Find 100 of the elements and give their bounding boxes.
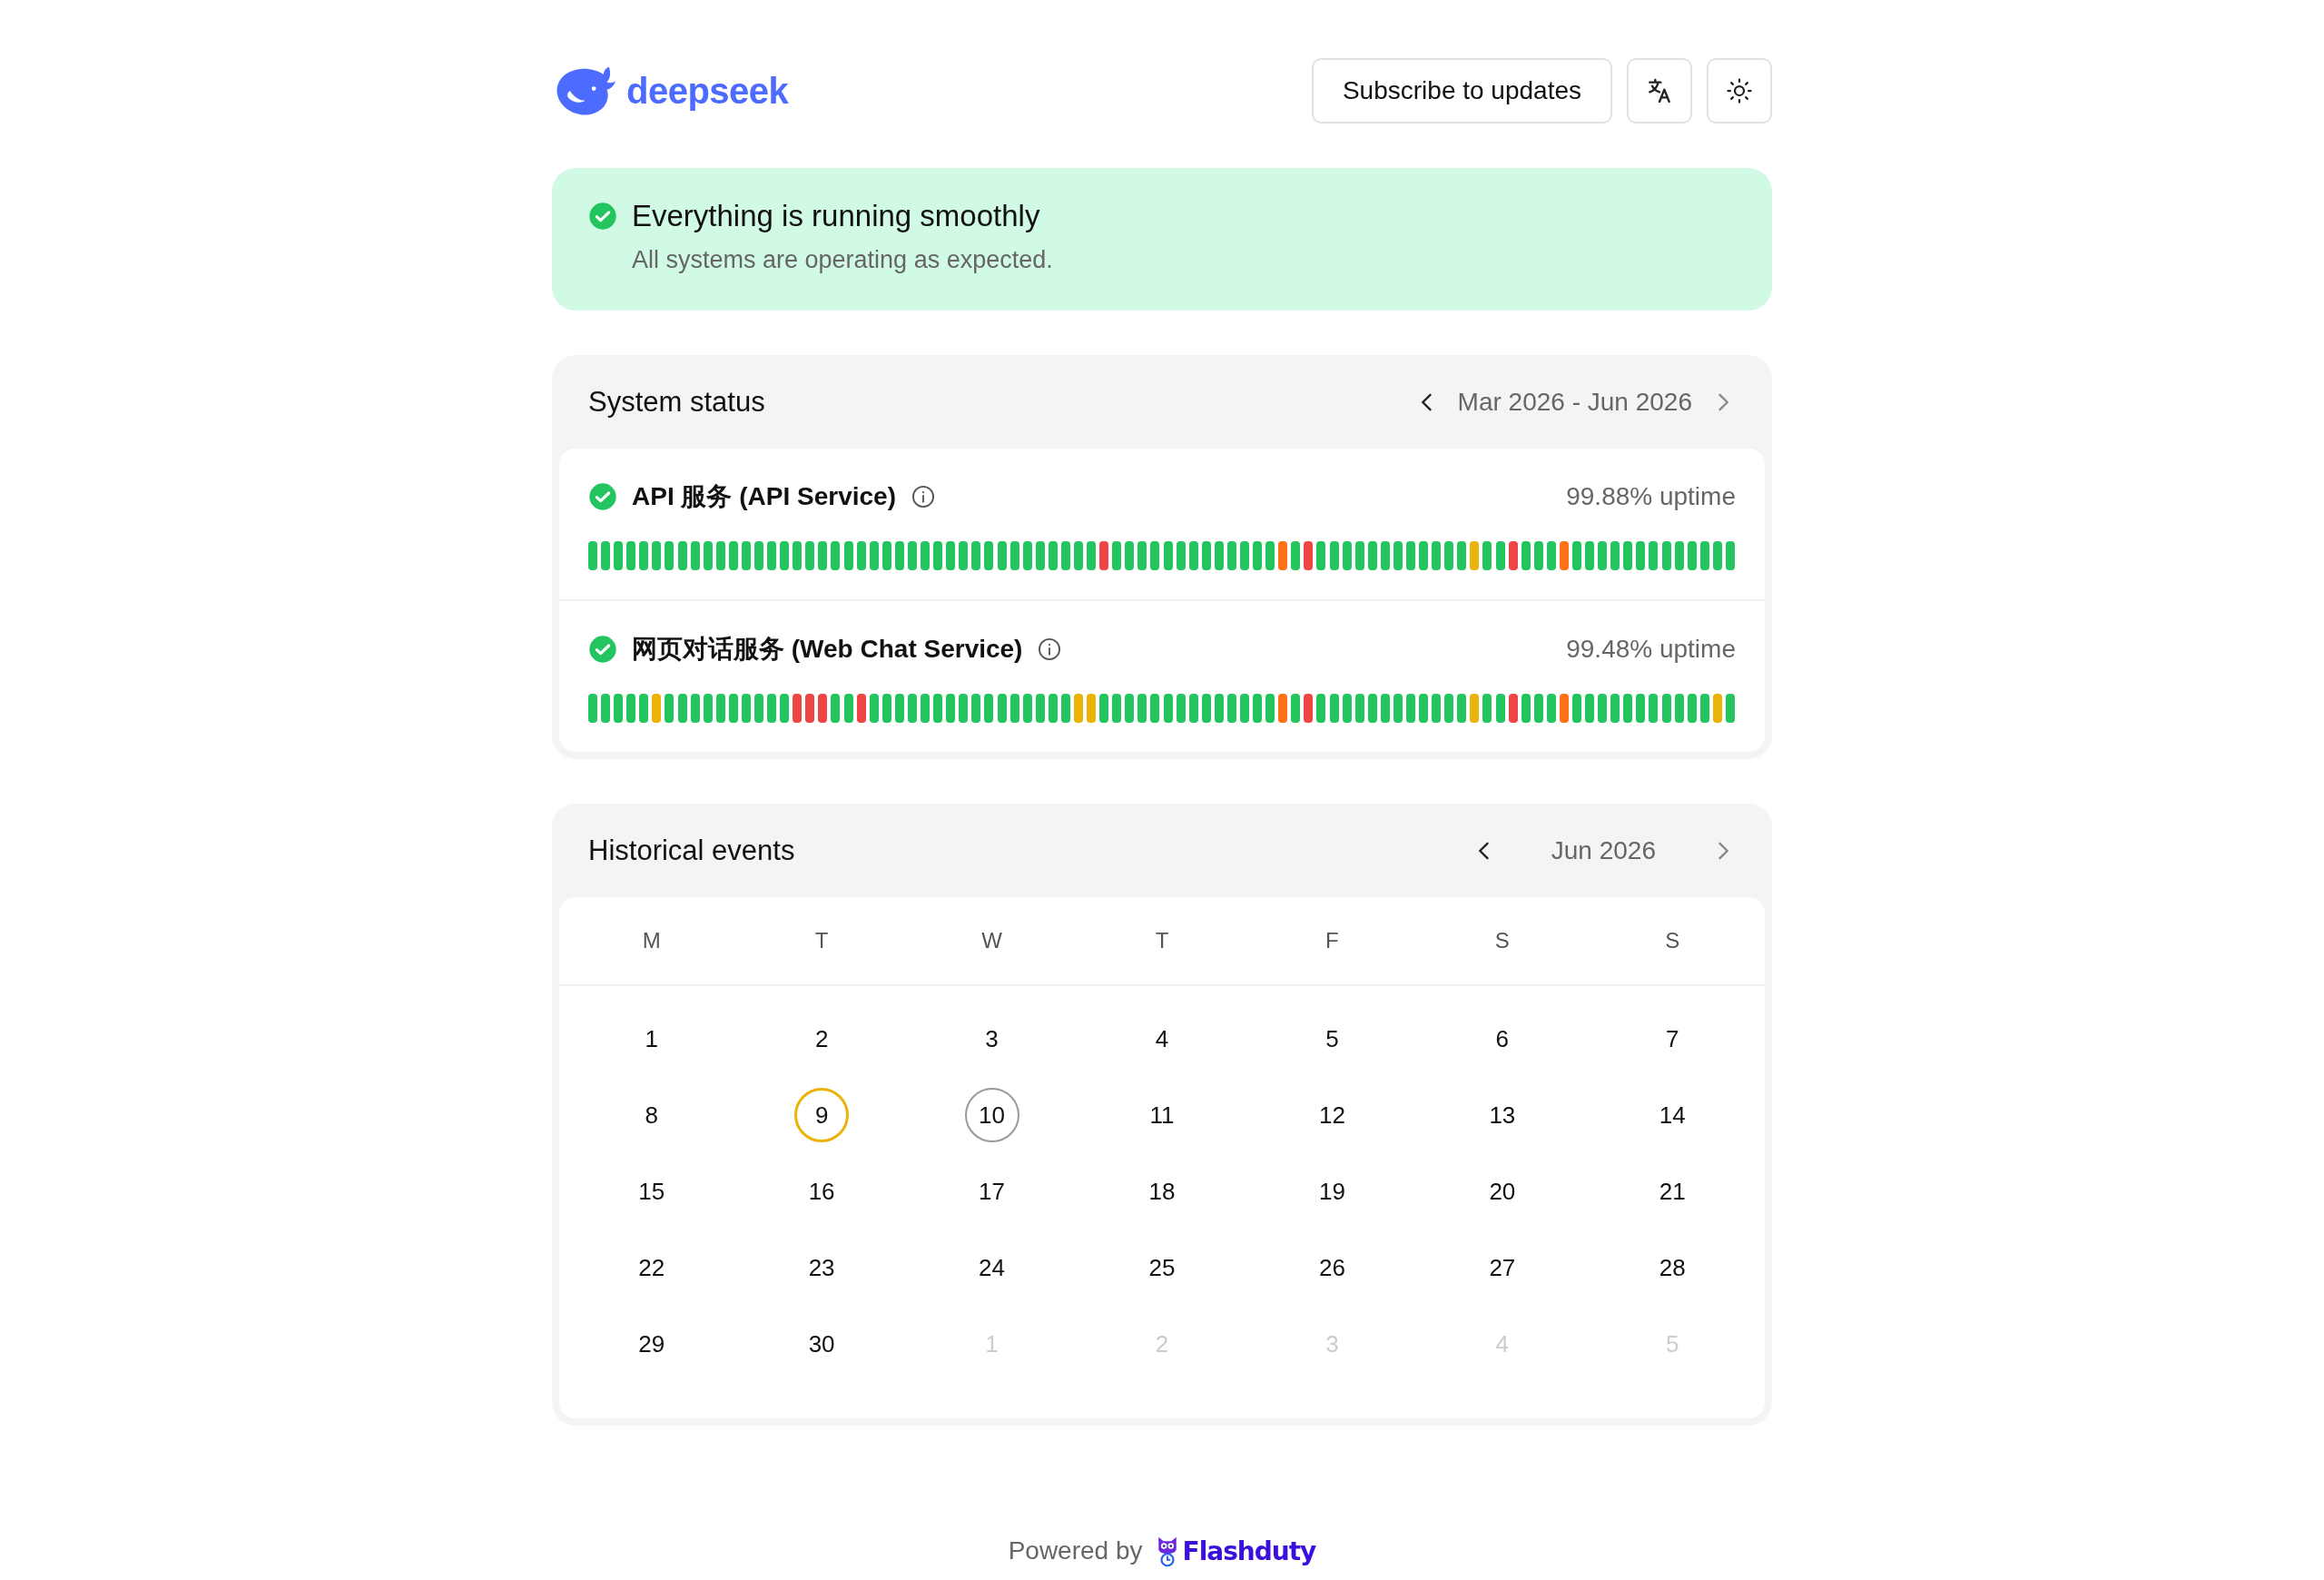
uptime-bar[interactable]: [1087, 541, 1097, 570]
uptime-bar[interactable]: [1150, 694, 1160, 723]
uptime-bar[interactable]: [1406, 541, 1415, 570]
uptime-bar[interactable]: [997, 541, 1007, 570]
uptime-bar[interactable]: [1495, 694, 1505, 723]
uptime-bar[interactable]: [793, 694, 803, 723]
uptime-bar[interactable]: [1214, 694, 1224, 723]
brand-link[interactable]: Flashduty: [1155, 1535, 1316, 1567]
uptime-bar[interactable]: [1112, 541, 1122, 570]
uptime-bar[interactable]: [1342, 541, 1352, 570]
uptime-bar[interactable]: [677, 541, 687, 570]
uptime-bar[interactable]: [1022, 541, 1032, 570]
uptime-bar[interactable]: [1470, 694, 1480, 723]
uptime-bar[interactable]: [1316, 694, 1326, 723]
uptime-bar[interactable]: [1265, 541, 1275, 570]
uptime-bar[interactable]: [767, 694, 777, 723]
uptime-bar[interactable]: [1087, 694, 1097, 723]
uptime-bar[interactable]: [1457, 694, 1467, 723]
uptime-bar[interactable]: [1073, 694, 1083, 723]
uptime-bar[interactable]: [907, 541, 917, 570]
uptime-bar[interactable]: [1380, 694, 1390, 723]
uptime-bar[interactable]: [1035, 694, 1045, 723]
uptime-bar[interactable]: [831, 541, 841, 570]
calendar-day[interactable]: 7: [1645, 1012, 1700, 1066]
uptime-bar[interactable]: [1253, 694, 1263, 723]
calendar-day[interactable]: 18: [1135, 1164, 1189, 1219]
uptime-bar[interactable]: [1125, 541, 1135, 570]
calendar-day[interactable]: 1: [624, 1012, 679, 1066]
uptime-bar[interactable]: [1546, 694, 1556, 723]
uptime-bar[interactable]: [1278, 541, 1288, 570]
uptime-bar[interactable]: [894, 541, 904, 570]
calendar-day[interactable]: 9: [794, 1088, 850, 1142]
uptime-bar[interactable]: [856, 694, 866, 723]
uptime-bar[interactable]: [741, 694, 751, 723]
uptime-bar[interactable]: [1521, 541, 1531, 570]
uptime-bar[interactable]: [626, 541, 636, 570]
uptime-bar[interactable]: [1559, 694, 1569, 723]
uptime-bar[interactable]: [1291, 541, 1301, 570]
uptime-bar[interactable]: [1150, 541, 1160, 570]
calendar-day[interactable]: 8: [624, 1088, 679, 1142]
uptime-bar[interactable]: [1610, 694, 1620, 723]
calendar-day[interactable]: 29: [624, 1317, 679, 1371]
uptime-bar[interactable]: [1176, 694, 1186, 723]
uptime-bar[interactable]: [1419, 694, 1429, 723]
uptime-bar[interactable]: [997, 694, 1007, 723]
uptime-bar[interactable]: [690, 694, 700, 723]
uptime-bar[interactable]: [1214, 541, 1224, 570]
calendar-day[interactable]: 14: [1645, 1088, 1700, 1142]
uptime-bar[interactable]: [1649, 541, 1659, 570]
calendar-day[interactable]: 11: [1135, 1088, 1189, 1142]
uptime-bar[interactable]: [1585, 541, 1595, 570]
language-button[interactable]: [1627, 58, 1692, 123]
calendar-day[interactable]: 21: [1645, 1164, 1700, 1219]
uptime-bar[interactable]: [1508, 541, 1518, 570]
uptime-bar[interactable]: [1163, 694, 1173, 723]
uptime-bar[interactable]: [1278, 694, 1288, 723]
calendar-day[interactable]: 20: [1474, 1164, 1530, 1219]
uptime-bar[interactable]: [818, 694, 828, 723]
uptime-bar[interactable]: [1163, 541, 1173, 570]
uptime-bar[interactable]: [639, 694, 649, 723]
uptime-bar[interactable]: [754, 694, 763, 723]
uptime-bar[interactable]: [1125, 694, 1135, 723]
uptime-bar[interactable]: [715, 694, 725, 723]
calendar-day[interactable]: 26: [1305, 1240, 1360, 1295]
uptime-bar[interactable]: [1329, 694, 1339, 723]
uptime-bar[interactable]: [1316, 541, 1326, 570]
uptime-bar[interactable]: [959, 694, 969, 723]
uptime-bar[interactable]: [1432, 694, 1442, 723]
uptime-bar[interactable]: [894, 694, 904, 723]
uptime-bar[interactable]: [1546, 541, 1556, 570]
uptime-bar[interactable]: [1712, 694, 1722, 723]
uptime-bar[interactable]: [881, 541, 891, 570]
uptime-bar[interactable]: [728, 694, 738, 723]
uptime-bar[interactable]: [907, 694, 917, 723]
uptime-bar[interactable]: [780, 694, 790, 723]
uptime-bar[interactable]: [665, 541, 675, 570]
uptime-bar[interactable]: [1661, 541, 1671, 570]
uptime-bar[interactable]: [843, 694, 853, 723]
uptime-bar[interactable]: [626, 694, 636, 723]
uptime-bar[interactable]: [728, 541, 738, 570]
uptime-bar[interactable]: [869, 541, 879, 570]
uptime-bar[interactable]: [1354, 694, 1364, 723]
uptime-bar[interactable]: [1521, 694, 1531, 723]
calendar-day[interactable]: 24: [964, 1240, 1019, 1295]
uptime-bar[interactable]: [1419, 541, 1429, 570]
uptime-bar[interactable]: [1188, 541, 1198, 570]
uptime-bar[interactable]: [1661, 694, 1671, 723]
uptime-bar[interactable]: [1572, 694, 1581, 723]
calendar-day[interactable]: 13: [1474, 1088, 1530, 1142]
uptime-bar[interactable]: [1048, 541, 1058, 570]
uptime-bar[interactable]: [921, 541, 931, 570]
uptime-bar[interactable]: [1482, 541, 1492, 570]
uptime-bar[interactable]: [588, 541, 597, 570]
uptime-bar[interactable]: [1226, 694, 1236, 723]
uptime-bar[interactable]: [1687, 541, 1697, 570]
calendar-day[interactable]: 25: [1135, 1240, 1189, 1295]
uptime-bar[interactable]: [818, 541, 828, 570]
subscribe-button[interactable]: Subscribe to updates: [1311, 58, 1612, 123]
uptime-bar[interactable]: [856, 541, 866, 570]
uptime-bar[interactable]: [1073, 541, 1083, 570]
